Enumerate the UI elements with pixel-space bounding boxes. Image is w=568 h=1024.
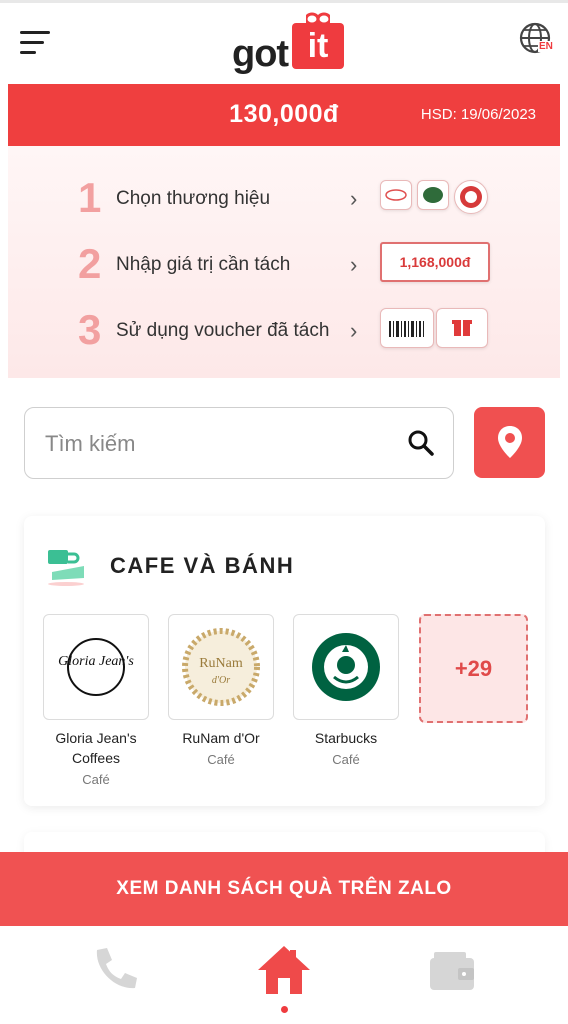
step-enter-value[interactable]: 2 Nhập giá trị cần tách › 1,168,000đ [8, 238, 560, 298]
category-card-cafe: CAFE VÀ BÁNH Gloria Jean's Gloria Jean's… [24, 516, 545, 806]
bottom-navigation [0, 926, 568, 1024]
brand-item-starbucks[interactable]: Starbucks Café [292, 614, 400, 767]
location-button[interactable] [474, 407, 545, 478]
cafe-cake-icon [48, 550, 84, 586]
active-indicator [281, 1006, 288, 1013]
brand-logo [293, 614, 399, 720]
search-box [24, 407, 454, 480]
logo-text: got [232, 33, 289, 75]
svg-text:d'Or: d'Or [212, 675, 230, 686]
brand-thumb-icon [417, 180, 449, 210]
gotit-logo: got it [232, 11, 348, 75]
brand-item-runam[interactable]: RuNam d'Or RuNam d'Or Café [167, 614, 275, 767]
language-switch[interactable]: EN [518, 21, 558, 57]
step-label: Nhập giá trị cần tách [116, 254, 291, 275]
logo-gift-box: it [292, 23, 344, 69]
sample-value-box: 1,168,000đ [380, 242, 490, 282]
chevron-right-icon: › [350, 186, 358, 211]
barcode-icon [380, 308, 434, 348]
brand-type: Café [82, 772, 110, 787]
brand-type: Café [332, 752, 360, 767]
more-brands-button[interactable]: +29 [419, 614, 528, 723]
step-number: 3 [78, 306, 102, 353]
brand-thumb-icon [454, 180, 488, 214]
step-use-voucher[interactable]: 3 Sử dụng voucher đã tách › [8, 304, 560, 364]
nav-home[interactable] [254, 940, 314, 1000]
nav-phone[interactable] [85, 940, 145, 1000]
location-pin-icon [498, 426, 522, 458]
search-icon[interactable] [407, 429, 435, 457]
step-number: 2 [78, 240, 102, 287]
brand-logo: RuNam d'Or [168, 614, 274, 720]
chevron-right-icon: › [350, 252, 358, 277]
hamburger-menu-icon[interactable] [20, 31, 52, 59]
brand-thumb-icon [380, 180, 412, 210]
split-steps-panel: 1 Chọn thương hiệu › 2 Nhập giá trị cần … [8, 146, 560, 378]
step-number: 1 [78, 174, 102, 221]
app-header: got it EN [0, 3, 568, 83]
phone-icon [96, 948, 137, 989]
nav-wallet[interactable] [422, 940, 482, 1000]
step-choose-brand[interactable]: 1 Chọn thương hiệu › [8, 172, 560, 232]
svg-text:Gloria Jean's: Gloria Jean's [58, 654, 134, 669]
brand-logo: Gloria Jean's [43, 614, 149, 720]
step-label: Chọn thương hiệu [116, 188, 271, 209]
zalo-list-button[interactable]: XEM DANH SÁCH QUÀ TRÊN ZALO [0, 852, 568, 926]
step-label: Sử dụng voucher đã tách [116, 320, 330, 341]
wallet-icon [430, 952, 474, 990]
voucher-balance-bar: 130,000đ HSD: 19/06/2023 [8, 84, 560, 146]
svg-text:RuNam: RuNam [199, 656, 243, 671]
brand-name: Starbucks [314, 730, 378, 746]
brand-name: Gloria Jean's Coffees [55, 730, 137, 766]
home-icon [258, 946, 310, 994]
chevron-right-icon: › [350, 318, 358, 343]
brand-item-gloria-jeans[interactable]: Gloria Jean's Gloria Jean's Coffees Café [42, 614, 150, 787]
brand-type: Café [207, 752, 235, 767]
brand-name: RuNam d'Or [182, 730, 260, 746]
expiry-date: HSD: 19/06/2023 [420, 106, 536, 123]
language-label: EN [538, 41, 554, 52]
search-input[interactable] [43, 408, 387, 480]
starbucks-siren-icon [312, 633, 380, 701]
gift-icon [436, 308, 488, 348]
category-title: CAFE VÀ BÁNH [110, 553, 295, 578]
